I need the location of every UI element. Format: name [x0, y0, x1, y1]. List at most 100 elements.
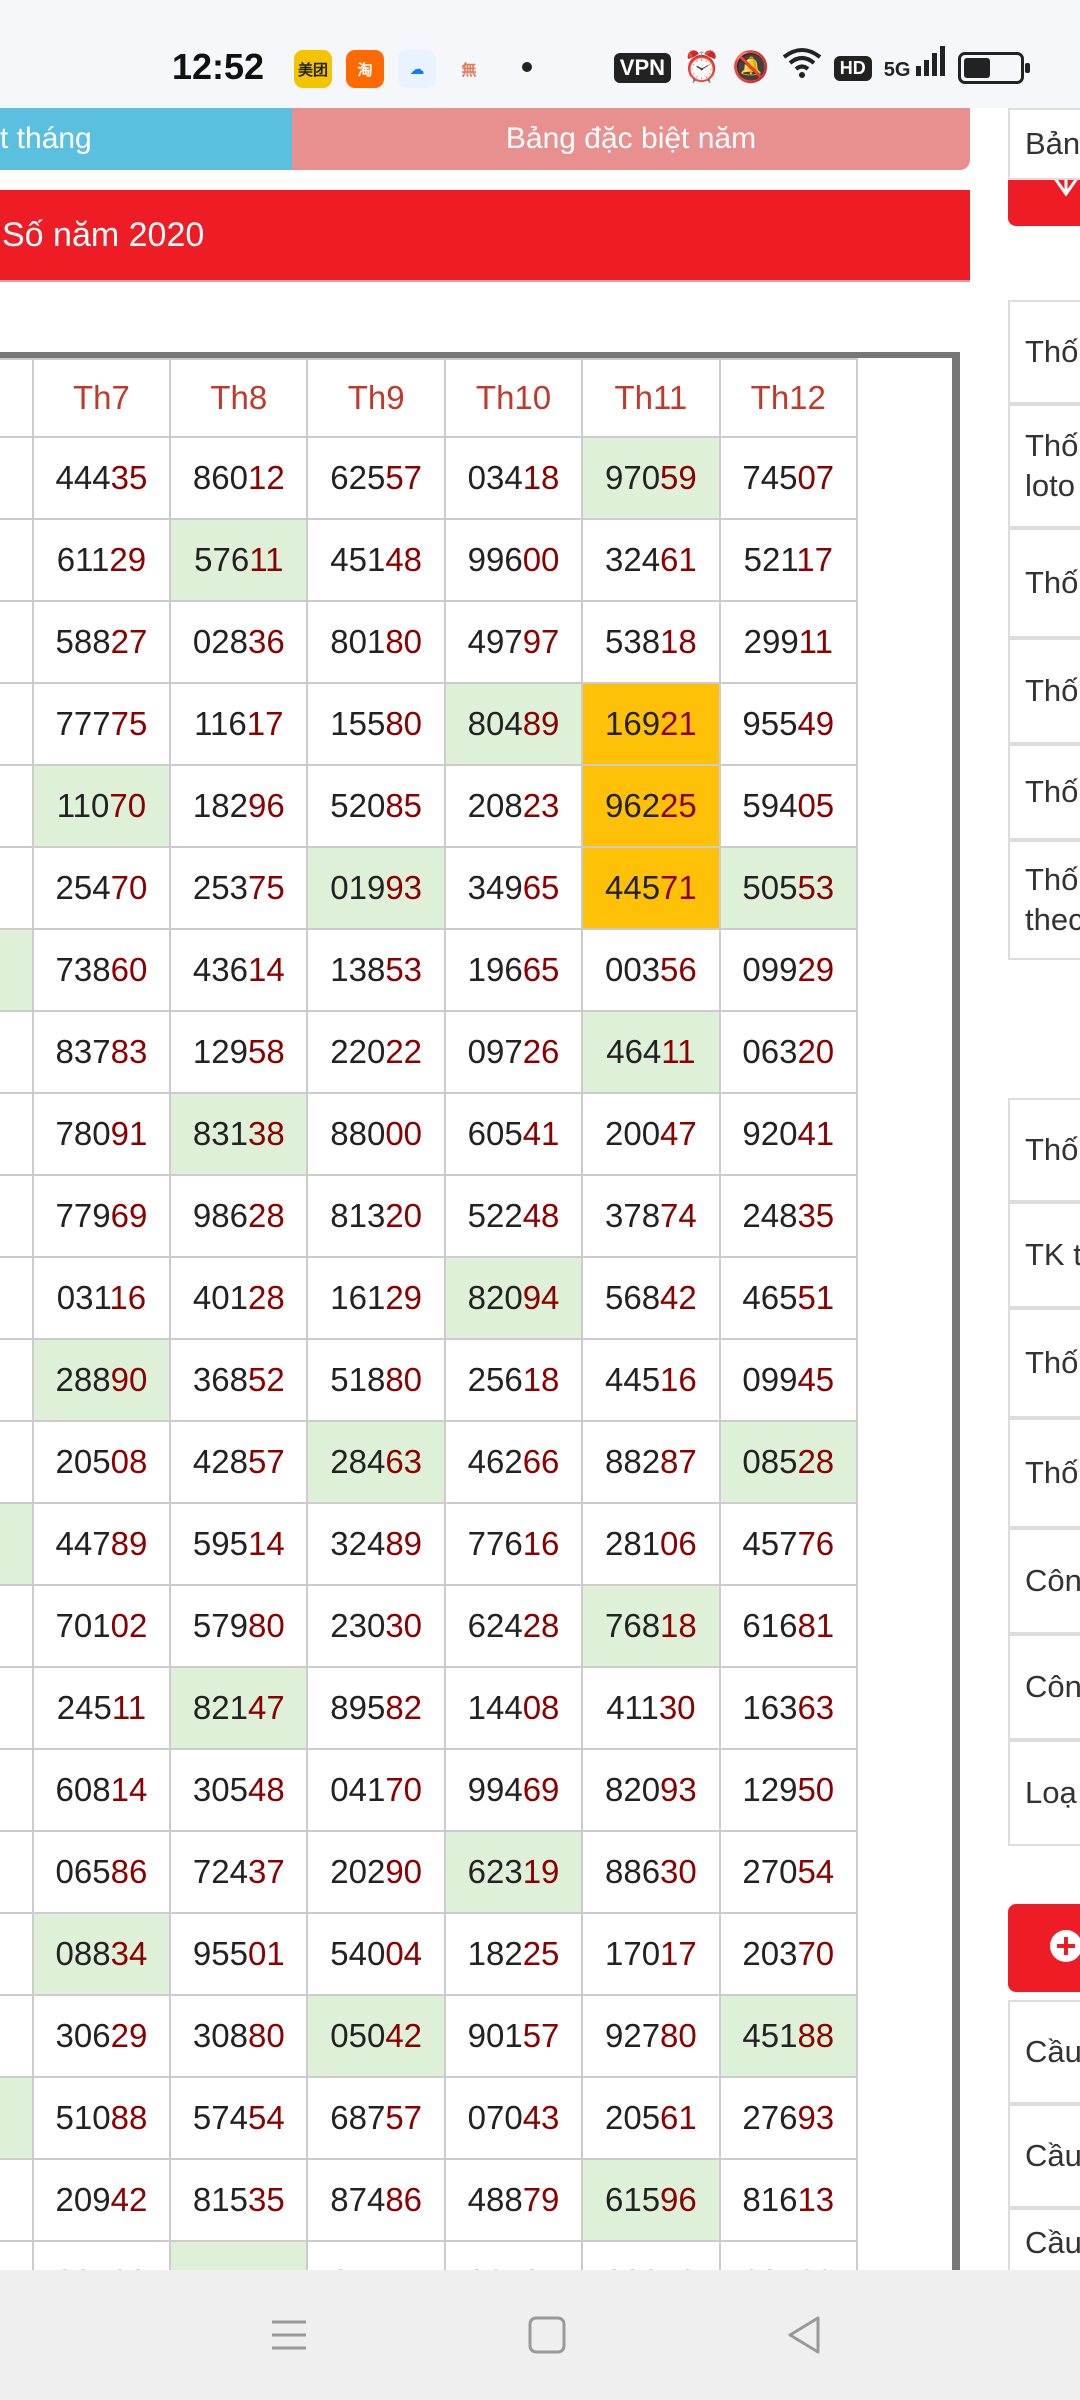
sidebar-item-link[interactable]: Thố [1008, 1098, 1080, 1202]
table-row: 27510885745468757070432056127693 [0, 2076, 859, 2160]
result-cell: 83783 [31, 1010, 172, 1094]
result-last-two-digits: 04 [385, 1935, 423, 1972]
result-cell: 17 [0, 1748, 34, 1832]
result-last-two-digits: 29 [109, 541, 147, 578]
result-cell: 57611 [169, 518, 309, 602]
table-row: 30779699862881320522483787424835 [0, 1174, 859, 1258]
result-cell: 62557 [306, 436, 446, 520]
result-cell: 09945 [718, 1338, 859, 1422]
result-prefix-digits: 110 [56, 787, 110, 824]
result-last-two-digits: 74 [660, 1197, 697, 1234]
sidebar-item-link[interactable]: TK t [1008, 1202, 1080, 1308]
result-cell: 44435 [31, 436, 172, 520]
sidebar-item-link[interactable]: Loạ [1008, 1740, 1080, 1846]
sidebar-item-link[interactable]: Thố [1008, 1418, 1080, 1528]
back-nav-icon[interactable] [778, 2308, 832, 2362]
sidebar-item-link[interactable]: Côn [1008, 1528, 1080, 1634]
result-last-two-digits: 21 [660, 705, 697, 742]
sidebar-item-link[interactable]: Cầu [1008, 2000, 1080, 2104]
result-last-two-digits: 23 [522, 787, 560, 824]
result-last-two-digits: 60 [110, 951, 148, 988]
result-prefix-digits: 050 [330, 2017, 386, 2054]
table-row: 78777751161715580804891692195549 [0, 682, 859, 766]
sidebar-item-link[interactable]: Thố [1008, 638, 1080, 744]
signal-5g-icon: 5G [884, 46, 946, 90]
result-prefix-digits: 306 [55, 2017, 111, 2054]
result-prefix-digits: 837 [55, 1033, 111, 1070]
result-last-two-digits: 42 [110, 2181, 148, 2218]
result-last-two-digits: 66 [522, 1443, 560, 1480]
result-cell: 88630 [581, 1830, 721, 1914]
result-cell: 44571 [581, 846, 721, 930]
table-row: 50837831295822022097264641106320 [0, 1010, 859, 1094]
result-cell: 07043 [443, 2076, 584, 2160]
result-last-two-digits: 34 [110, 1935, 148, 1972]
result-last-two-digits: 27 [110, 623, 148, 660]
column-header: Th11 [581, 358, 721, 438]
yearly-results-table-container[interactable]: 5Th7Th8Th9Th10Th11Th12 23444358601262557… [0, 352, 960, 2276]
result-cell: 34 [0, 1256, 34, 1340]
result-cell: 14408 [443, 1666, 584, 1750]
sidebar-item-link[interactable]: Thố loto [1008, 404, 1080, 528]
home-nav-icon[interactable] [520, 2308, 574, 2362]
result-cell: 16921 [581, 682, 721, 766]
result-last-two-digits: 57 [385, 459, 423, 496]
result-cell: 46551 [718, 1256, 859, 1340]
result-last-two-digits: 13 [797, 2181, 835, 2218]
sidebar-item-link[interactable]: Côn [1008, 1634, 1080, 1740]
tab-monthly-special[interactable]: t tháng [0, 108, 292, 170]
result-prefix-digits: 028 [192, 623, 248, 660]
result-last-two-digits: 93 [660, 1771, 697, 1808]
result-cell: 83138 [169, 1092, 309, 1176]
table-row: 52245118214789582144084113016363 [0, 1666, 859, 1750]
alarm-icon: ⏰ [683, 51, 721, 84]
result-prefix-digits: 284 [330, 1443, 386, 1480]
result-cell: 30 [0, 1174, 34, 1258]
result-last-two-digits: 20 [385, 1197, 423, 1234]
result-prefix-digits: 203 [742, 1935, 798, 1972]
result-cell: 82093 [581, 1748, 721, 1832]
result-prefix-digits: 401 [192, 1279, 248, 1316]
result-cell: 30629 [31, 1994, 172, 2078]
result-last-two-digits: 89 [110, 1525, 148, 1562]
result-last-two-digits: 16 [109, 1279, 147, 1316]
sidebar-item-link[interactable]: Thố thec [1008, 840, 1080, 960]
result-cell: 95549 [718, 682, 859, 766]
sidebar-item-link[interactable]: Thố [1008, 528, 1080, 638]
sidebar-item-link[interactable]: Thố [1008, 744, 1080, 840]
result-last-two-digits: 41 [522, 1115, 560, 1152]
result-prefix-digits: 097 [467, 1033, 523, 1070]
result-last-two-digits: 20 [797, 1033, 835, 1070]
sidebar-item-link[interactable]: Thố [1008, 300, 1080, 404]
result-cell: 86012 [169, 436, 309, 520]
result-last-two-digits: 18 [522, 459, 560, 496]
menu-nav-icon[interactable] [262, 2308, 316, 2362]
result-last-two-digits: 53 [385, 951, 423, 988]
result-cell: 27693 [718, 2076, 859, 2160]
sidebar-item-link[interactable]: Cầu [1008, 2104, 1080, 2208]
result-prefix-digits: 623 [467, 1853, 523, 1890]
result-cell: 70102 [31, 1584, 172, 1668]
result-cell: 08528 [718, 1420, 859, 1504]
result-prefix-digits: 209 [55, 2181, 111, 2218]
result-cell: 11070 [31, 764, 172, 848]
result-prefix-digits: 161 [330, 1279, 386, 1316]
result-cell: 48879 [443, 2158, 584, 2242]
result-last-two-digits: 69 [522, 1771, 560, 1808]
result-last-two-digits: 12 [247, 459, 285, 496]
result-cell: 59405 [718, 764, 859, 848]
tab-yearly-special[interactable]: Bảng đặc biệt năm [292, 108, 970, 170]
result-cell: 56842 [581, 1256, 721, 1340]
result-prefix-digits: 196 [467, 951, 523, 988]
sidebar-item-link[interactable]: Bản [1008, 108, 1080, 180]
right-sidebar: Bản Thố Thố loto Thố Thố Thố Thố thec Thố TK t Th… [1008, 108, 1080, 2270]
result-prefix-digits: 488 [467, 2181, 523, 2218]
result-prefix-digits: 574 [192, 2099, 248, 2136]
result-cell: 50 [0, 1010, 34, 1094]
table-row: 52701025798023030624287681861681 [0, 1584, 859, 1668]
table-row: 30088349550154004182251701720370 [0, 1912, 859, 1996]
sidebar-item-link[interactable]: Cầu [1008, 2208, 1080, 2270]
result-last-two-digits: 90 [110, 1361, 148, 1398]
sidebar-item-link[interactable]: Thố [1008, 1308, 1080, 1418]
result-cell: 45776 [718, 1502, 859, 1586]
